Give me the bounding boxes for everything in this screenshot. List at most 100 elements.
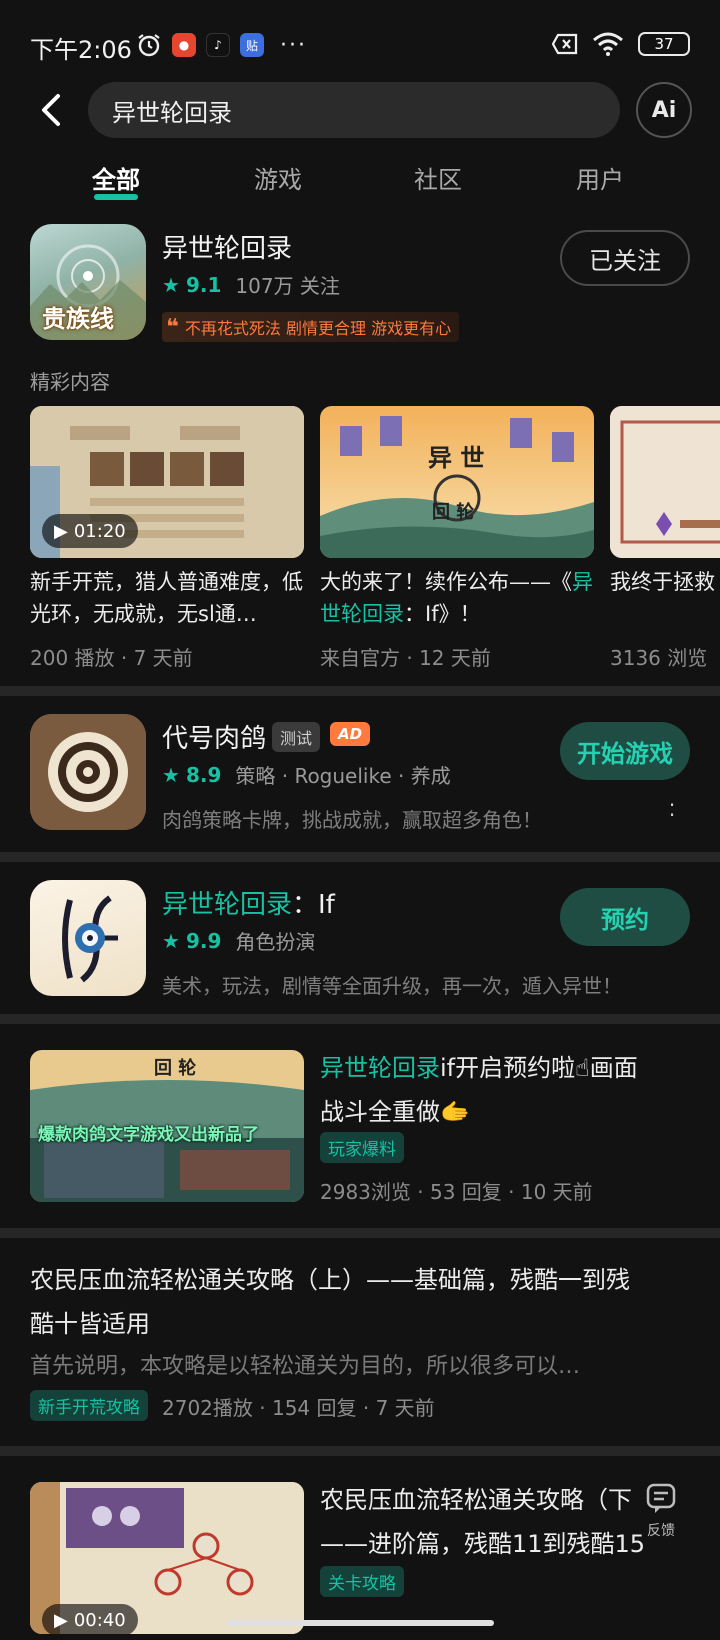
ad-badge: AD [330,722,371,746]
start-game-button[interactable]: 开始游戏 [560,722,690,780]
game-followers: 107万 关注 [235,274,340,298]
game-rating: 9.9 [185,928,222,953]
test-badge: 测试 [272,722,321,752]
game-title-keyword: 异世轮回录 [162,890,293,920]
status-notification-icons: ● ♪ 贴 ··· [136,32,307,58]
game-meta: ★ 9.1 107万 关注 [162,270,340,299]
search-tabs: 全部 游戏 社区 用户 [0,160,720,204]
tab-users[interactable]: 用户 [576,160,624,195]
game-title-suffix: ：If [292,890,335,920]
game-icon-art [30,714,146,830]
post-title: 异世轮回录if开启预约啦☝画面 战斗全重做🫱 [320,1046,690,1134]
game-description: 美术，玩法，剧情等全面升级，再一次，遁入异世！ [162,974,622,998]
thumbnail-art: 异 世 回 轮 [320,406,594,558]
video-thumbnail: 异 世 回 轮 [320,406,594,558]
post-thumbnail: 回 轮 爆款肉鸽文字游戏又出新品了 [30,1050,304,1202]
tab-community[interactable]: 社区 [414,160,462,195]
post-title-line1: 农民压血流轻松通关攻略（下 [320,1486,632,1514]
status-bar: 下午2:06 ● ♪ 贴 ··· 37 [0,0,720,84]
post-title-line2: 酷十皆适用 [30,1310,150,1338]
post-title-line2: 战斗全重做🫱 [320,1098,470,1126]
highlight-card-2[interactable]: 异 世 回 轮 大的来了！续作公布——《异世轮回录：If》！ 来自官方 · 12… [320,406,594,671]
highlight-title: 我终于拯救 [610,570,715,594]
svg-text:回 轮: 回 轮 [432,501,474,523]
video-thumbnail [610,406,720,558]
section-divider [0,686,720,696]
tab-active-indicator [94,194,138,200]
highlight-title: 新手开荒，猎人普通难度，低光环，无成就，无sl通… [30,570,303,626]
highlight-title: 大的来了！续作公布——《异世轮回录：If》！ [320,566,594,630]
feedback-button[interactable]: 反馈 [634,1482,688,1552]
game-meta: ★ 8.9 策略 · Roguelike · 养成 [162,760,451,789]
star-icon: ★ [162,928,180,953]
post-title: 农民压血流轻松通关攻略（下 ——进阶篇，残酷11到残酷15 [320,1478,660,1566]
section-divider [0,1228,720,1238]
wifi-icon [593,32,623,56]
highlight-card-1[interactable]: ▶ 01:20 新手开荒，猎人普通难度，低光环，无成就，无sl通… 200 播放… [30,406,304,671]
game-title: 异世轮回录 [162,234,293,264]
post-thumbnail: ▶ 00:40 [30,1482,304,1634]
game-icon-label: 贵族线 [42,305,114,333]
game-rating: 9.1 [185,272,222,297]
tab-all[interactable]: 全部 [92,160,140,195]
section-divider [0,1014,720,1024]
home-indicator[interactable] [226,1620,494,1626]
feedback-icon [646,1483,676,1513]
tab-games[interactable]: 游戏 [254,160,302,195]
search-input[interactable]: 异世轮回录 [88,82,620,138]
game-tags: 策略 · Roguelike · 养成 [235,764,451,788]
follow-button[interactable]: 已关注 [560,230,690,286]
section-divider [0,852,720,862]
svg-text:回 轮: 回 轮 [154,1057,196,1079]
more-dots-icon: ··· [280,32,307,58]
post-tag[interactable]: 玩家爆料 [320,1132,404,1163]
game-title: 异世轮回录：If [162,884,335,921]
highlight-card-3[interactable]: 我终于拯救 3136 浏览 [610,406,720,671]
section-divider [0,1446,720,1456]
post-tag[interactable]: 新手开荒攻略 [30,1390,148,1421]
highlight-meta: 来自官方 · 12 天前 [320,646,491,670]
thumbnail-caption: 爆款肉鸽文字游戏又出新品了 [38,1125,259,1145]
game-icon [30,714,146,830]
feedback-label: 反馈 [647,1523,675,1539]
post-tag[interactable]: 关卡攻略 [320,1566,404,1597]
sim-off-icon [552,33,578,55]
more-options-icon[interactable]: · · [666,795,678,825]
highlight-meta: 200 播放 · 7 天前 [30,646,193,670]
video-duration-badge: ▶ 00:40 [42,1604,138,1634]
highlight-title-suffix: ：If》！ [404,602,481,626]
app-icon-red: ● [172,33,196,57]
play-icon: ▶ [54,1609,68,1631]
game-title: 代号肉鸽 [162,724,267,754]
if-game-card[interactable]: 异世轮回录：If ★ 9.9 角色扮演 美术，玩法，剧情等全面升级，再一次，遁入… [0,880,720,1002]
post-meta: 2702播放 · 154 回复 · 7 天前 [162,1396,435,1420]
post-title-line1: 农民压血流轻松通关攻略（上）——基础篇，残酷一到残 [30,1266,630,1294]
game-icon: 贵族线 [30,224,146,340]
status-system-icons: 37 [552,32,690,56]
quote-icon: ❝ [166,314,179,340]
post-excerpt: 首先说明，本攻略是以轻松通关为目的，所以很多可以… [30,1354,581,1379]
highlight-title-prefix: 大的来了！续作公布——《 [320,570,572,594]
post-card-1[interactable]: 回 轮 爆款肉鸽文字游戏又出新品了 异世轮回录if开启预约啦☝画面 战斗全重做🫱… [0,1046,720,1206]
back-arrow-icon[interactable] [32,90,72,130]
video-duration: 01:20 [73,520,126,542]
post-title-line2: ——进阶篇，残酷11到残酷15 [320,1530,646,1558]
main-game-card[interactable]: 贵族线 异世轮回录 ★ 9.1 107万 关注 已关注 ❝ 不再花式死法 剧情更… [0,224,720,344]
star-icon: ★ [162,272,180,297]
battery-indicator: 37 [638,32,690,56]
alarm-icon [138,34,160,57]
ai-button[interactable]: Ai [636,82,692,138]
video-duration-badge: ▶ 01:20 [42,514,138,548]
search-query: 异世轮回录 [112,98,232,127]
post-title-line1: if开启预约啦☝画面 [440,1054,638,1082]
reserve-button[interactable]: 预约 [560,888,690,946]
section-title: 精彩内容 [30,370,110,394]
post-title: 农民压血流轻松通关攻略（上）——基础篇，残酷一到残 酷十皆适用 [30,1258,694,1346]
post-card-3[interactable]: ▶ 00:40 农民压血流轻松通关攻略（下 ——进阶篇，残酷11到残酷15 关卡… [0,1478,720,1640]
post-card-2[interactable]: 农民压血流轻松通关攻略（上）——基础篇，残酷一到残 酷十皆适用 首先说明，本攻略… [0,1258,720,1428]
game-icon [30,880,146,996]
game-tags: 角色扮演 [235,930,316,954]
search-header: 异世轮回录 Ai [0,80,720,142]
ad-game-card[interactable]: 代号肉鸽 测试 AD ★ 8.9 策略 · Roguelike · 养成 肉鸽策… [0,714,720,836]
video-thumbnail: ▶ 01:20 [30,406,304,558]
